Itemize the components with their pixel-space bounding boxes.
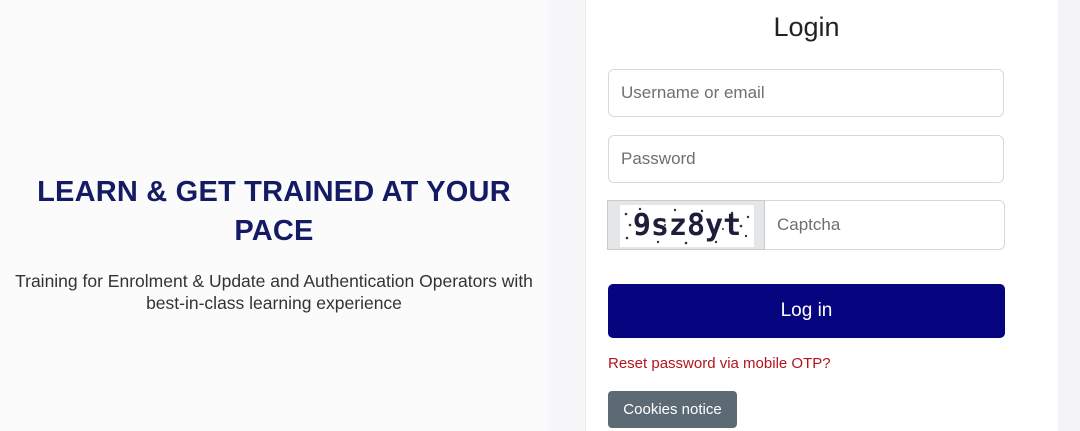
hero-subtitle-line-2: best-in-class learning experience bbox=[146, 293, 402, 313]
password-input[interactable] bbox=[608, 135, 1004, 183]
login-title: Login bbox=[773, 12, 840, 42]
username-input[interactable] bbox=[608, 69, 1004, 117]
login-panel: Login Username or email 9sz8yt Captcha L… bbox=[585, 0, 1059, 431]
page-edge bbox=[1058, 0, 1080, 431]
login-button[interactable]: Log in bbox=[608, 284, 1005, 338]
cookies-notice-button[interactable]: Cookies notice bbox=[608, 391, 737, 428]
hero-subtitle: Training for Enrolment & Update and Auth… bbox=[0, 270, 548, 314]
captcha-text: 9sz8yt bbox=[632, 208, 742, 243]
hero-title: LEARN & GET TRAINED AT YOUR PACE bbox=[0, 173, 548, 251]
captcha-image-canvas: 9sz8yt bbox=[620, 205, 754, 247]
captcha-input[interactable] bbox=[765, 200, 1005, 250]
hero-subtitle-line-1: Training for Enrolment & Update and Auth… bbox=[15, 271, 533, 291]
hero-title-line-2: PACE bbox=[234, 215, 314, 247]
reset-password-link[interactable]: Reset password via mobile OTP? bbox=[608, 355, 831, 373]
captcha-image: 9sz8yt bbox=[607, 200, 765, 250]
hero-panel: LEARN & GET TRAINED AT YOUR PACE Trainin… bbox=[0, 0, 548, 431]
hero-title-line-1: LEARN & GET TRAINED AT YOUR bbox=[37, 176, 511, 208]
login-page: LEARN & GET TRAINED AT YOUR PACE Trainin… bbox=[0, 0, 1080, 431]
